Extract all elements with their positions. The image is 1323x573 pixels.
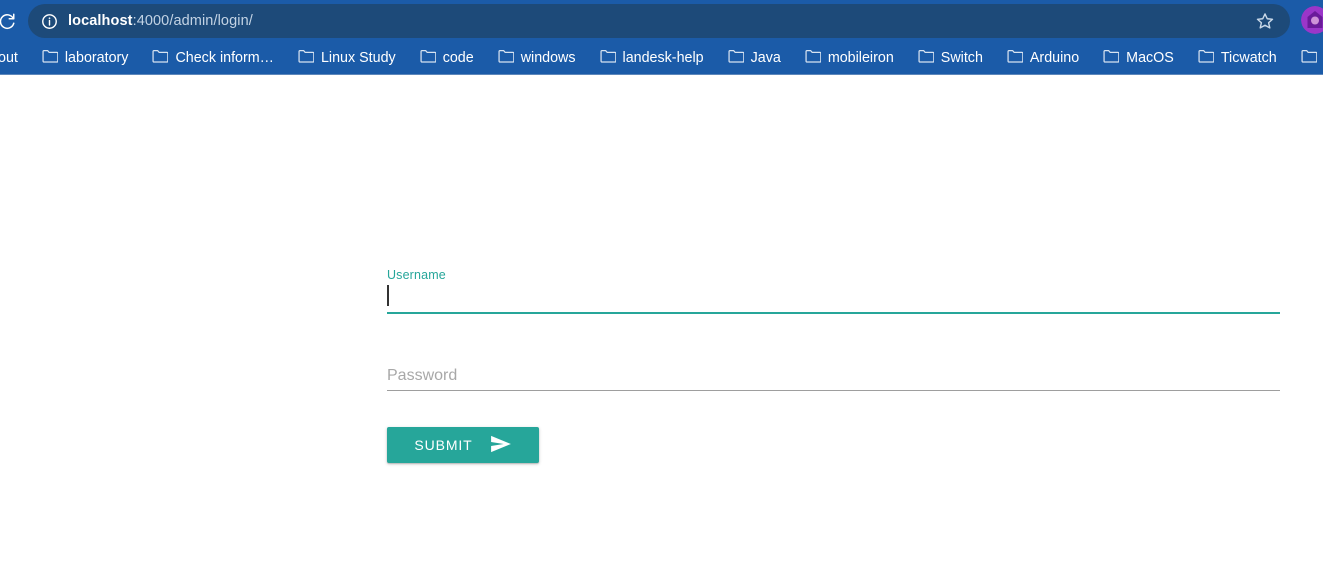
password-underline bbox=[387, 390, 1280, 391]
bookmark-label: windows bbox=[520, 50, 576, 66]
browser-toolbar: localhost:4000/admin/login/ bbox=[0, 0, 1323, 42]
bookmark-label: Switch bbox=[940, 50, 983, 66]
bookmark-label: landesk-help bbox=[622, 50, 704, 66]
folder-icon bbox=[599, 49, 616, 67]
submit-row: SUBMIT bbox=[387, 427, 1280, 463]
bookmarks-bar: out laboratory Check inform… Linux Study bbox=[0, 42, 1323, 74]
login-form: Username SUBMIT bbox=[387, 267, 1280, 463]
bookmark-item[interactable]: laboratory bbox=[34, 46, 137, 70]
folder-icon bbox=[420, 49, 437, 67]
browser-chrome: localhost:4000/admin/login/ out laborato… bbox=[0, 0, 1323, 75]
bookmark-star-icon[interactable] bbox=[1252, 8, 1278, 34]
folder-icon bbox=[918, 49, 935, 67]
folder-icon bbox=[1198, 49, 1215, 67]
bookmark-item[interactable]: Linux Study bbox=[290, 46, 404, 70]
bookmark-item[interactable]: Arduino bbox=[999, 46, 1087, 70]
bookmark-item[interactable]: code bbox=[412, 46, 482, 70]
bookmark-item[interactable]: Java bbox=[720, 46, 789, 70]
field-spacer bbox=[387, 314, 1280, 361]
folder-icon bbox=[498, 49, 515, 67]
username-field-group: Username bbox=[387, 267, 1280, 314]
folder-icon bbox=[1007, 49, 1024, 67]
folder-icon bbox=[728, 49, 745, 67]
bookmark-item[interactable]: windows bbox=[490, 46, 584, 70]
bookmark-label: Ticwatch bbox=[1220, 50, 1277, 66]
bookmark-item[interactable]: Switch bbox=[910, 46, 991, 70]
site-info-icon[interactable] bbox=[38, 10, 60, 32]
bookmarks-list: out laboratory Check inform… Linux Study bbox=[0, 46, 1323, 70]
submit-button-label: SUBMIT bbox=[414, 437, 473, 453]
username-underline bbox=[387, 312, 1280, 314]
url-path: :4000/admin/login/ bbox=[132, 13, 253, 29]
username-input[interactable] bbox=[387, 283, 1280, 312]
url-host: localhost bbox=[68, 13, 133, 29]
reload-icon[interactable] bbox=[0, 6, 22, 36]
bookmark-item[interactable]: mobileiron bbox=[797, 46, 902, 70]
bookmark-label: Arduino bbox=[1029, 50, 1080, 66]
username-label: Username bbox=[387, 268, 446, 282]
password-input[interactable] bbox=[387, 361, 1280, 390]
bookmark-label: laboratory bbox=[64, 50, 129, 66]
bookmark-item[interactable]: Ticwatch bbox=[1190, 46, 1285, 70]
submit-button[interactable]: SUBMIT bbox=[387, 427, 539, 463]
bookmark-label: out bbox=[0, 50, 18, 66]
folder-icon bbox=[805, 49, 822, 67]
bookmark-label: Java bbox=[750, 50, 781, 66]
folder-icon bbox=[152, 49, 169, 67]
folder-icon bbox=[298, 49, 315, 67]
folder-icon bbox=[1301, 49, 1318, 67]
bookmark-item[interactable]: MacOS bbox=[1095, 46, 1182, 70]
folder-icon bbox=[1103, 49, 1120, 67]
send-icon bbox=[490, 435, 512, 456]
profile-avatar-icon[interactable] bbox=[1301, 6, 1323, 34]
bookmark-label: mobileiron bbox=[827, 50, 894, 66]
password-field-group bbox=[387, 361, 1280, 391]
folder-icon bbox=[42, 49, 59, 67]
address-bar[interactable]: localhost:4000/admin/login/ bbox=[28, 4, 1290, 38]
bookmark-item[interactable]: C bbox=[1293, 46, 1323, 70]
bookmark-item[interactable]: landesk-help bbox=[592, 46, 712, 70]
bookmark-label: MacOS bbox=[1126, 50, 1174, 66]
bookmark-label: Linux Study bbox=[320, 50, 396, 66]
bookmark-label: code bbox=[442, 50, 474, 66]
bookmark-item[interactable]: out bbox=[0, 46, 26, 70]
text-caret bbox=[387, 285, 389, 306]
bookmark-item[interactable]: Check inform… bbox=[144, 46, 282, 70]
bookmark-label: Check inform… bbox=[175, 50, 274, 66]
page-content: Username SUBMIT bbox=[0, 75, 1323, 573]
url-text[interactable]: localhost:4000/admin/login/ bbox=[68, 13, 1252, 29]
